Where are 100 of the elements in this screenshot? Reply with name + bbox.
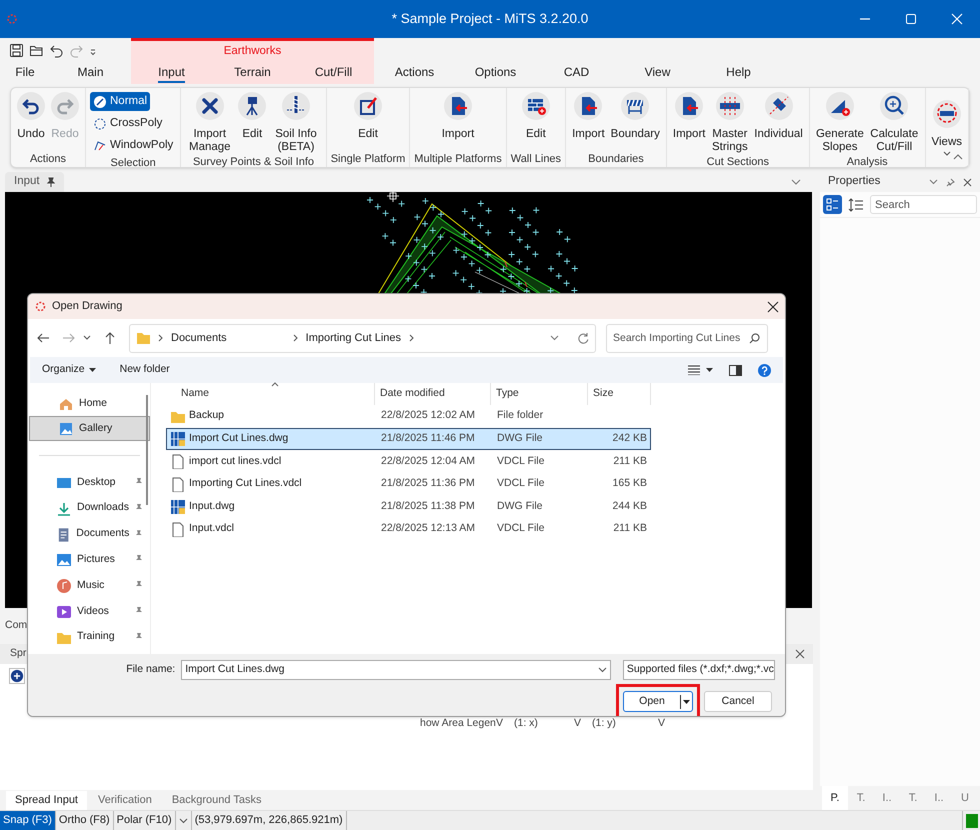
- ribbon-button[interactable]: Import: [440, 92, 476, 141]
- status-toggle[interactable]: Polar (F10): [114, 811, 176, 830]
- nav-pane-item[interactable]: Home: [29, 391, 150, 416]
- status-toggle[interactable]: Snap (F3): [0, 811, 56, 830]
- nav-pane-item[interactable]: Videos: [29, 598, 150, 624]
- caret-icon[interactable]: [706, 368, 713, 372]
- pin-icon[interactable]: [946, 178, 955, 186]
- nav-pane-item[interactable]: Music: [29, 573, 150, 598]
- chevron-down-icon[interactable]: [83, 335, 91, 341]
- save-icon[interactable]: [9, 42, 24, 58]
- chevron-down-icon[interactable]: [791, 179, 801, 185]
- ribbon-button[interactable]: Master Strings: [709, 92, 750, 154]
- nav-pane-item[interactable]: Desktop: [29, 470, 150, 495]
- cancel-button[interactable]: Cancel: [704, 691, 772, 712]
- search-field[interactable]: Search Importing Cut Lines: [606, 324, 768, 352]
- breadcrumb-item[interactable]: Importing Cut Lines: [306, 330, 402, 346]
- close-icon[interactable]: [963, 178, 972, 186]
- panel-tab[interactable]: I..: [874, 786, 900, 810]
- collapse-ribbon-icon[interactable]: [953, 153, 963, 161]
- panel-tab[interactable]: T.: [900, 786, 926, 810]
- ribbon-button[interactable]: Calculate Cut/Fill: [868, 92, 921, 154]
- ribbon-button[interactable]: Import Manage: [185, 92, 234, 154]
- view-options-icon[interactable]: [688, 365, 700, 375]
- nav-pane-item[interactable]: Training: [29, 624, 150, 650]
- status-toggle[interactable]: Ortho (F8): [56, 811, 114, 830]
- panel-tab[interactable]: T.: [848, 786, 874, 810]
- ribbon-button[interactable]: Import: [670, 92, 708, 141]
- up-arrow-icon[interactable]: [105, 332, 115, 344]
- ribbon-group-label: Wall Lines: [510, 152, 562, 167]
- new-folder-button[interactable]: New folder: [120, 362, 170, 378]
- file-row[interactable]: import cut lines.vdcl 22/8/2025 12:04 AM VDCL File 211 KB: [166, 450, 651, 473]
- panel-tab[interactable]: U: [952, 786, 978, 810]
- close-icon[interactable]: [795, 649, 805, 659]
- file-type-dropdown[interactable]: Supported files (*.dxf;*.dwg;*.vc: [622, 660, 775, 680]
- bottom-tab[interactable]: Verification: [89, 791, 161, 810]
- nav-pane-item[interactable]: Documents: [29, 522, 150, 547]
- search-field[interactable]: Search: [870, 195, 977, 214]
- bottom-tab[interactable]: Background Tasks: [162, 791, 270, 810]
- command-label: Com: [5, 618, 28, 634]
- refresh-icon[interactable]: [577, 332, 589, 344]
- panel-tab[interactable]: P.: [822, 786, 848, 810]
- ribbon-tab[interactable]: Actions: [374, 62, 455, 84]
- chevron-down-icon[interactable]: [178, 818, 188, 824]
- breadcrumb-item[interactable]: Documents: [171, 330, 227, 346]
- ribbon-tab[interactable]: Input: [131, 62, 212, 84]
- ribbon-button[interactable]: Views: [930, 92, 964, 157]
- selection-mode-option[interactable]: WindowPoly: [90, 136, 176, 155]
- ribbon-button[interactable]: Individual: [752, 92, 805, 141]
- column-header[interactable]: Name: [166, 383, 375, 405]
- categories-icon: [826, 198, 839, 211]
- pin-icon: [46, 177, 55, 187]
- ribbon-tab[interactable]: View: [617, 62, 698, 84]
- selection-mode-option[interactable]: CrossPoly: [90, 114, 166, 133]
- ribbon-tab[interactable]: Terrain: [212, 62, 293, 84]
- search-icon[interactable]: [749, 332, 760, 344]
- column-header[interactable]: Type: [491, 383, 588, 405]
- ribbon-tab[interactable]: File: [0, 62, 50, 84]
- file-row[interactable]: Input.dwg 21/8/2025 11:38 PM DWG File 244 KB: [166, 495, 651, 518]
- ribbon-button[interactable]: Import: [570, 92, 607, 141]
- column-header[interactable]: Size: [588, 383, 651, 405]
- categorized-view-button[interactable]: [823, 195, 842, 214]
- file-row[interactable]: Backup 22/8/2025 12:02 AM File folder: [166, 405, 651, 428]
- grid-cell-text: V: [658, 716, 666, 732]
- file-row[interactable]: Importing Cut Lines.vdcl 21/8/2025 11:36 PM VDCL File 165 KB: [166, 472, 651, 496]
- nav-pane-item[interactable]: Pictures: [29, 547, 150, 572]
- ribbon-tab[interactable]: Options: [455, 62, 536, 84]
- file-row[interactable]: Import Cut Lines.dwg 21/8/2025 11:46 PM DWG File 242 KB: [166, 428, 651, 450]
- open-button[interactable]: Open: [623, 691, 693, 712]
- scrollbar-thumb[interactable]: [146, 395, 148, 505]
- selection-mode-option[interactable]: Normal: [90, 92, 150, 111]
- chevron-down-icon[interactable]: [929, 179, 938, 185]
- file-name-field[interactable]: Import Cut Lines.dwg: [181, 660, 611, 680]
- address-bar[interactable]: Documents Importing Cut Lines: [129, 324, 596, 352]
- ribbon-button[interactable]: Soil Info (BETA): [270, 92, 322, 154]
- close-icon[interactable]: [767, 300, 779, 312]
- document-tab[interactable]: Input: [5, 172, 64, 192]
- ribbon-tab[interactable]: Help: [698, 62, 779, 84]
- panel-tab[interactable]: I..: [926, 786, 952, 810]
- ribbon-button[interactable]: Boundary: [608, 92, 662, 141]
- add-icon[interactable]: [9, 668, 25, 684]
- file-icon: [170, 454, 185, 469]
- organize-menu[interactable]: Organize: [42, 362, 96, 378]
- help-icon[interactable]: [758, 364, 771, 376]
- chevron-down-icon[interactable]: [550, 335, 559, 341]
- nav-pane-item[interactable]: Gallery: [29, 416, 150, 441]
- ribbon-tab[interactable]: CAD: [536, 62, 617, 84]
- sort-icon[interactable]: [848, 196, 864, 212]
- undo-icon[interactable]: [49, 42, 64, 58]
- ribbon-tab[interactable]: Main: [50, 62, 131, 84]
- panel-title: Properties: [828, 174, 880, 190]
- bottom-tab[interactable]: Spread Input: [6, 791, 87, 810]
- ribbon-tab[interactable]: Cut/Fill: [293, 62, 374, 84]
- file-row[interactable]: Input.vdcl 22/8/2025 12:13 AM VDCL File 211 KB: [166, 518, 651, 541]
- ribbon-button[interactable]: Generate Slopes: [814, 92, 866, 154]
- preview-pane-icon[interactable]: [729, 364, 742, 376]
- column-header[interactable]: Date modified: [375, 383, 491, 405]
- back-arrow-icon[interactable]: [37, 333, 49, 343]
- grid-cell-text: (1: y): [592, 716, 617, 732]
- file-icon: [170, 522, 185, 537]
- nav-pane-item[interactable]: Downloads: [29, 496, 150, 521]
